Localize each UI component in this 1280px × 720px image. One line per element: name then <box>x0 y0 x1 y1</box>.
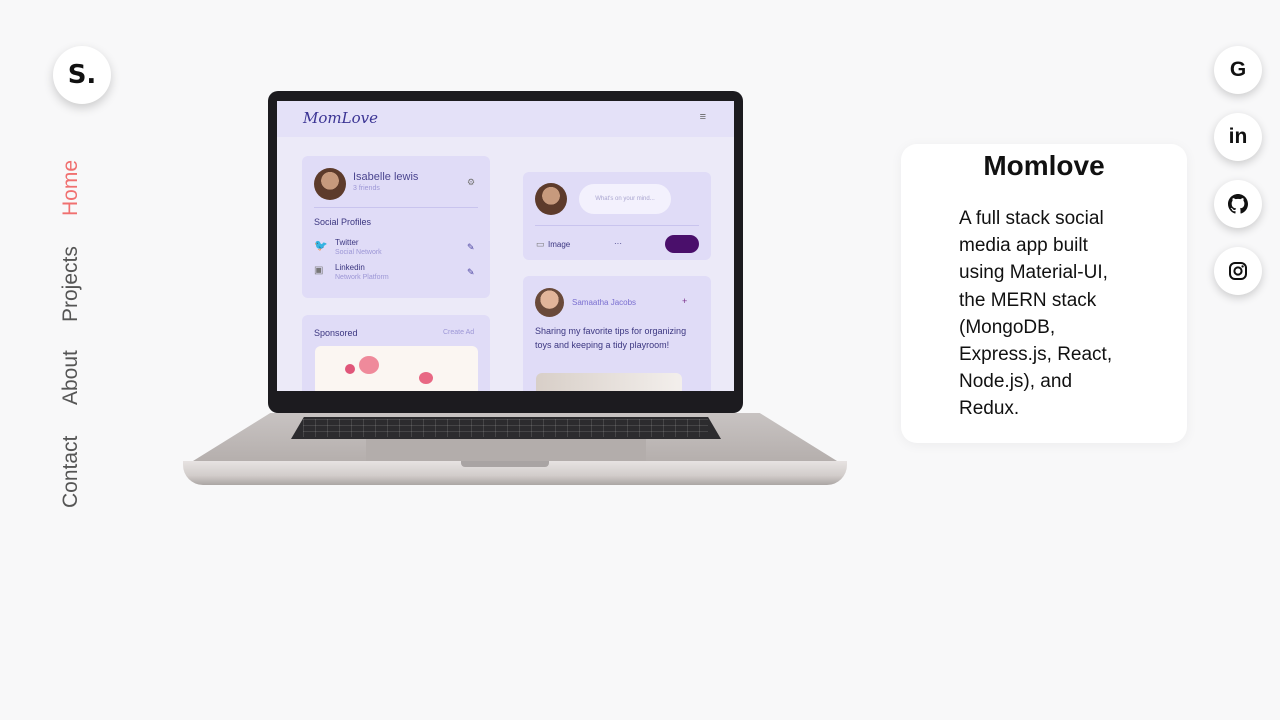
manage-accounts-icon: ⚙ <box>467 177 476 187</box>
linkedin-small-icon: ▣ <box>314 265 324 276</box>
logo-button[interactable]: S. <box>53 46 111 104</box>
github-icon <box>1228 194 1248 214</box>
laptop-base <box>183 413 847 487</box>
github-link[interactable] <box>1214 180 1262 228</box>
laptop-notch <box>461 461 549 467</box>
profile-name: Isabelle lewis <box>353 171 419 183</box>
divider <box>314 207 478 208</box>
project-info-card: Momlove A full stack social media app bu… <box>901 144 1187 443</box>
twitter-label: Twitter <box>335 238 359 247</box>
image-icon: ▭ <box>536 239 545 249</box>
linkedin-icon: in <box>1228 125 1248 148</box>
more-icon: ··· <box>614 239 622 248</box>
sponsored-image <box>315 346 478 391</box>
profile-friends: 3 friends <box>353 185 380 192</box>
profile-avatar <box>314 168 346 200</box>
flower <box>359 356 379 374</box>
social-profiles-heading: Social Profiles <box>314 217 372 227</box>
linkedin-label: Linkedin <box>335 263 365 272</box>
flower <box>419 372 433 384</box>
logo-text: S. <box>67 60 97 90</box>
edit-icon: ✎ <box>467 267 475 277</box>
menu-icon: ≡ <box>699 111 706 123</box>
post-image <box>536 373 682 391</box>
laptop-screen: MomLove ≡ Isabelle lewis 3 friends ⚙ Soc… <box>277 101 734 391</box>
nav-home[interactable]: Home <box>59 160 83 216</box>
google-link[interactable]: G <box>1214 46 1262 94</box>
twitter-sub: Social Network <box>335 249 382 256</box>
linkedin-link[interactable]: in <box>1214 113 1262 161</box>
composer-avatar <box>535 183 567 215</box>
instagram-icon <box>1229 262 1247 280</box>
laptop-keys <box>303 419 708 437</box>
app-logo: MomLove <box>303 109 378 127</box>
image-label: Image <box>548 240 571 249</box>
divider <box>535 225 699 226</box>
app-topbar: MomLove ≡ <box>277 101 734 137</box>
post-text: Sharing my favorite tips for organizing … <box>535 326 687 350</box>
post-input: What's on your mind... <box>579 184 671 214</box>
laptop-trackpad <box>366 439 646 461</box>
linkedin-sub: Network Platform <box>335 274 389 281</box>
nav-about[interactable]: About <box>59 350 83 405</box>
flower <box>345 364 355 374</box>
nav-projects[interactable]: Projects <box>59 246 83 322</box>
create-ad-label: Create Ad <box>443 329 475 336</box>
post-avatar <box>535 288 564 317</box>
google-icon: G <box>1229 58 1247 81</box>
post-author: Samaatha Jacobs <box>572 298 637 307</box>
edit-icon: ✎ <box>467 242 475 252</box>
project-description: A full stack social media app built usin… <box>959 208 1113 420</box>
sponsored-label: Sponsored <box>314 328 358 338</box>
twitter-icon: 🐦 <box>314 240 328 252</box>
project-screenshot-laptop: MomLove ≡ Isabelle lewis 3 friends ⚙ Soc… <box>183 91 847 487</box>
add-friend-icon: + <box>682 296 688 306</box>
post-button <box>665 235 699 253</box>
instagram-link[interactable] <box>1214 247 1262 295</box>
project-title: Momlove <box>983 150 1105 181</box>
nav-contact[interactable]: Contact <box>59 436 83 508</box>
